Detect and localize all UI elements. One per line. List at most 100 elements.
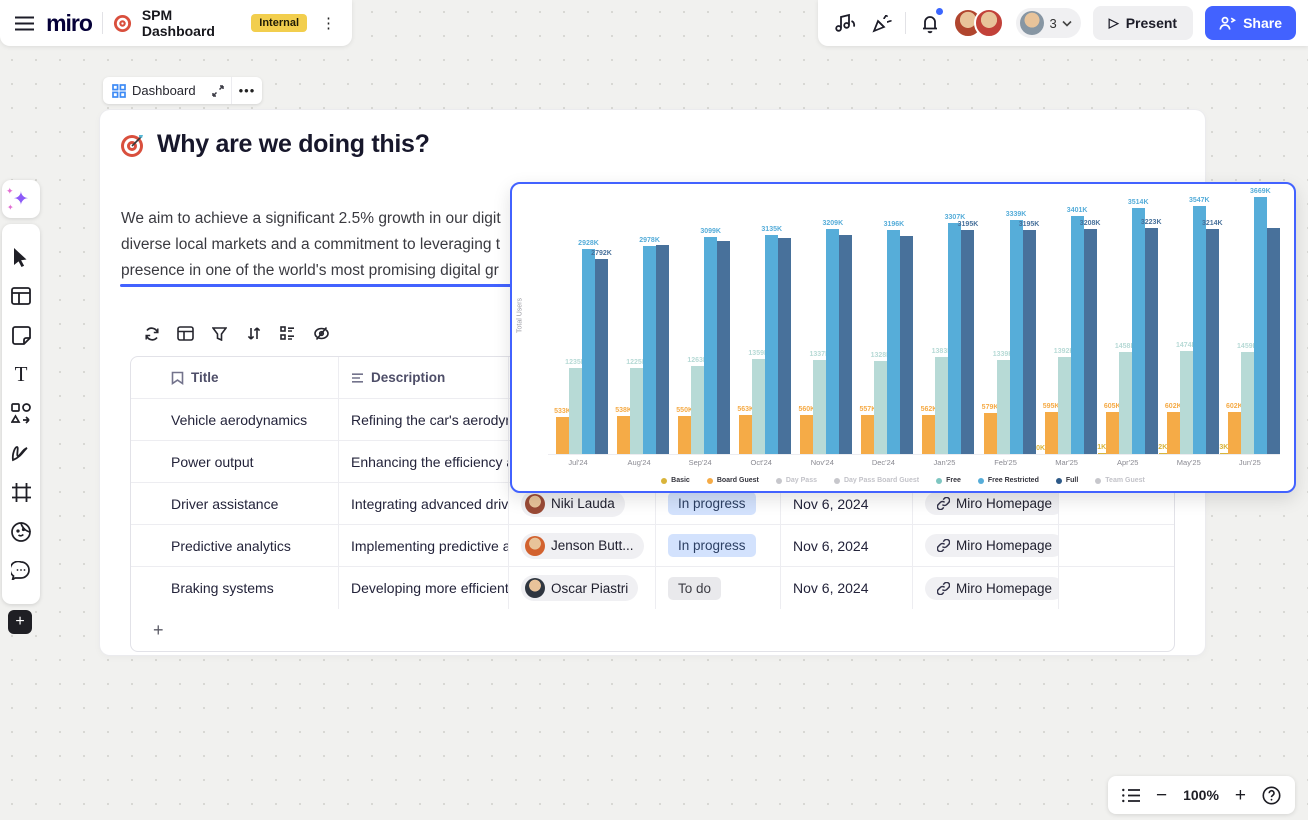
bar-free[interactable] [630,368,643,454]
pen-tool[interactable] [9,441,33,465]
shapes-tool[interactable] [9,402,33,426]
expand-frame-button[interactable] [205,77,231,104]
row-handle-cell[interactable] [131,567,159,609]
bar-free[interactable] [752,359,765,454]
bar-board-guest[interactable] [1228,412,1241,454]
bar-full[interactable] [778,238,791,454]
bar-board-guest[interactable] [1045,412,1058,454]
bar-free[interactable] [1180,351,1193,454]
bar-board-guest[interactable] [678,416,691,455]
bar-board-guest[interactable] [984,413,997,454]
sort-icon[interactable] [244,324,263,343]
bar-free[interactable] [935,357,948,454]
bar-full[interactable] [1023,230,1036,454]
bar-basic[interactable] [1220,453,1228,454]
templates-tool[interactable] [9,284,33,308]
board-title[interactable]: SPM Dashboard [142,7,241,39]
bar-free-restricted[interactable] [1071,216,1084,454]
frame-tool[interactable] [9,480,33,504]
empty-cell[interactable] [1059,525,1174,566]
filter-icon[interactable] [210,324,229,343]
comment-tool[interactable] [9,559,33,583]
bar-full[interactable] [961,230,974,454]
bar-free-restricted[interactable] [582,249,595,454]
bar-full[interactable] [717,241,730,454]
ai-assistant-button[interactable]: ✦✦✦ [2,180,40,218]
bar-board-guest[interactable] [556,417,569,454]
board-options-button[interactable]: ⋮ [317,16,340,31]
add-more-tools-button[interactable]: + [8,610,32,634]
bar-full[interactable] [1267,228,1280,454]
bar-free[interactable] [569,368,582,454]
zoom-in-button[interactable]: + [1235,786,1246,805]
description-cell[interactable]: Developing more efficient... [339,567,509,609]
bar-full[interactable] [1206,229,1219,454]
bar-free-restricted[interactable] [765,235,778,454]
bar-free[interactable] [691,366,704,454]
row-handle-cell[interactable] [131,399,159,440]
notifications-bell-icon[interactable] [918,10,941,36]
title-cell[interactable]: Braking systems [159,567,339,609]
assignee-chip[interactable]: Niki Lauda [521,491,625,517]
bar-free-restricted[interactable] [1132,208,1145,454]
assignee-chip[interactable]: Oscar Piastri [521,575,638,601]
collaborator-avatars[interactable] [953,8,1004,38]
table-header-cell[interactable]: Description [339,357,509,398]
status-badge[interactable]: In progress [668,534,756,557]
columns-icon[interactable] [176,324,195,343]
row-handle-cell[interactable] [131,483,159,524]
bar-basic[interactable] [1098,453,1106,454]
frame-options-button[interactable]: ••• [231,77,263,104]
bar-board-guest[interactable] [1106,412,1119,454]
bar-free-restricted[interactable] [1193,206,1206,454]
bar-full[interactable] [1084,229,1097,454]
legend-item[interactable]: Board Guest [707,477,759,484]
zoom-out-button[interactable]: − [1156,786,1167,805]
bar-free[interactable] [1241,352,1254,454]
board-outline-icon[interactable] [1122,788,1140,803]
bar-free-restricted[interactable] [948,223,961,454]
assignee-cell[interactable]: Oscar Piastri [509,567,656,609]
collaborator-count-dropdown[interactable]: 3 [1016,8,1080,38]
status-cell[interactable]: To do [656,567,781,609]
text-tool[interactable]: T [9,363,33,387]
legend-item[interactable]: Free Restricted [978,477,1039,484]
zoom-level[interactable]: 100% [1183,787,1219,803]
main-menu-button[interactable] [12,10,36,36]
title-cell[interactable]: Vehicle aerodynamics [159,399,339,440]
bar-full[interactable] [656,245,669,454]
legend-item[interactable]: Day Pass [776,477,817,484]
row-handle-cell[interactable] [131,441,159,482]
link-chip[interactable]: Miro Homepage [925,492,1059,515]
link-chip[interactable]: Miro Homepage [925,534,1059,557]
sticky-note-tool[interactable] [9,324,33,348]
sticker-tool[interactable] [9,520,33,544]
hide-fields-icon[interactable] [312,324,331,343]
link-cell[interactable]: Miro Homepage [913,525,1059,566]
status-badge[interactable]: To do [668,577,721,600]
share-button[interactable]: Share [1205,6,1296,40]
bar-free[interactable] [1058,357,1071,454]
present-button[interactable]: ▷ Present [1093,6,1193,40]
music-icon[interactable] [834,10,858,36]
bar-free-restricted[interactable] [643,246,656,454]
description-cell[interactable]: Enhancing the efficiency a... [339,441,509,482]
bar-board-guest[interactable] [861,415,874,454]
legend-item[interactable]: Full [1056,477,1078,484]
title-cell[interactable]: Predictive analytics [159,525,339,566]
bar-free-restricted[interactable] [704,237,717,454]
date-cell[interactable]: Nov 6, 2024 [781,525,913,566]
legend-item[interactable]: Basic [661,477,690,484]
bar-free[interactable] [997,360,1010,454]
bar-board-guest[interactable] [617,416,630,454]
legend-item[interactable]: Team Guest [1095,477,1145,484]
table-header-cell[interactable]: Title [159,357,339,398]
celebrate-icon[interactable] [870,10,893,36]
bar-board-guest[interactable] [922,415,935,454]
legend-item[interactable]: Day Pass Board Guest [834,477,919,484]
status-cell[interactable]: In progress [656,525,781,566]
table-row[interactable]: Predictive analyticsImplementing predict… [131,525,1174,567]
bar-full[interactable] [1145,228,1158,454]
frame-label[interactable]: Dashboard ••• [103,77,262,104]
miro-logo[interactable]: miro [46,10,92,37]
